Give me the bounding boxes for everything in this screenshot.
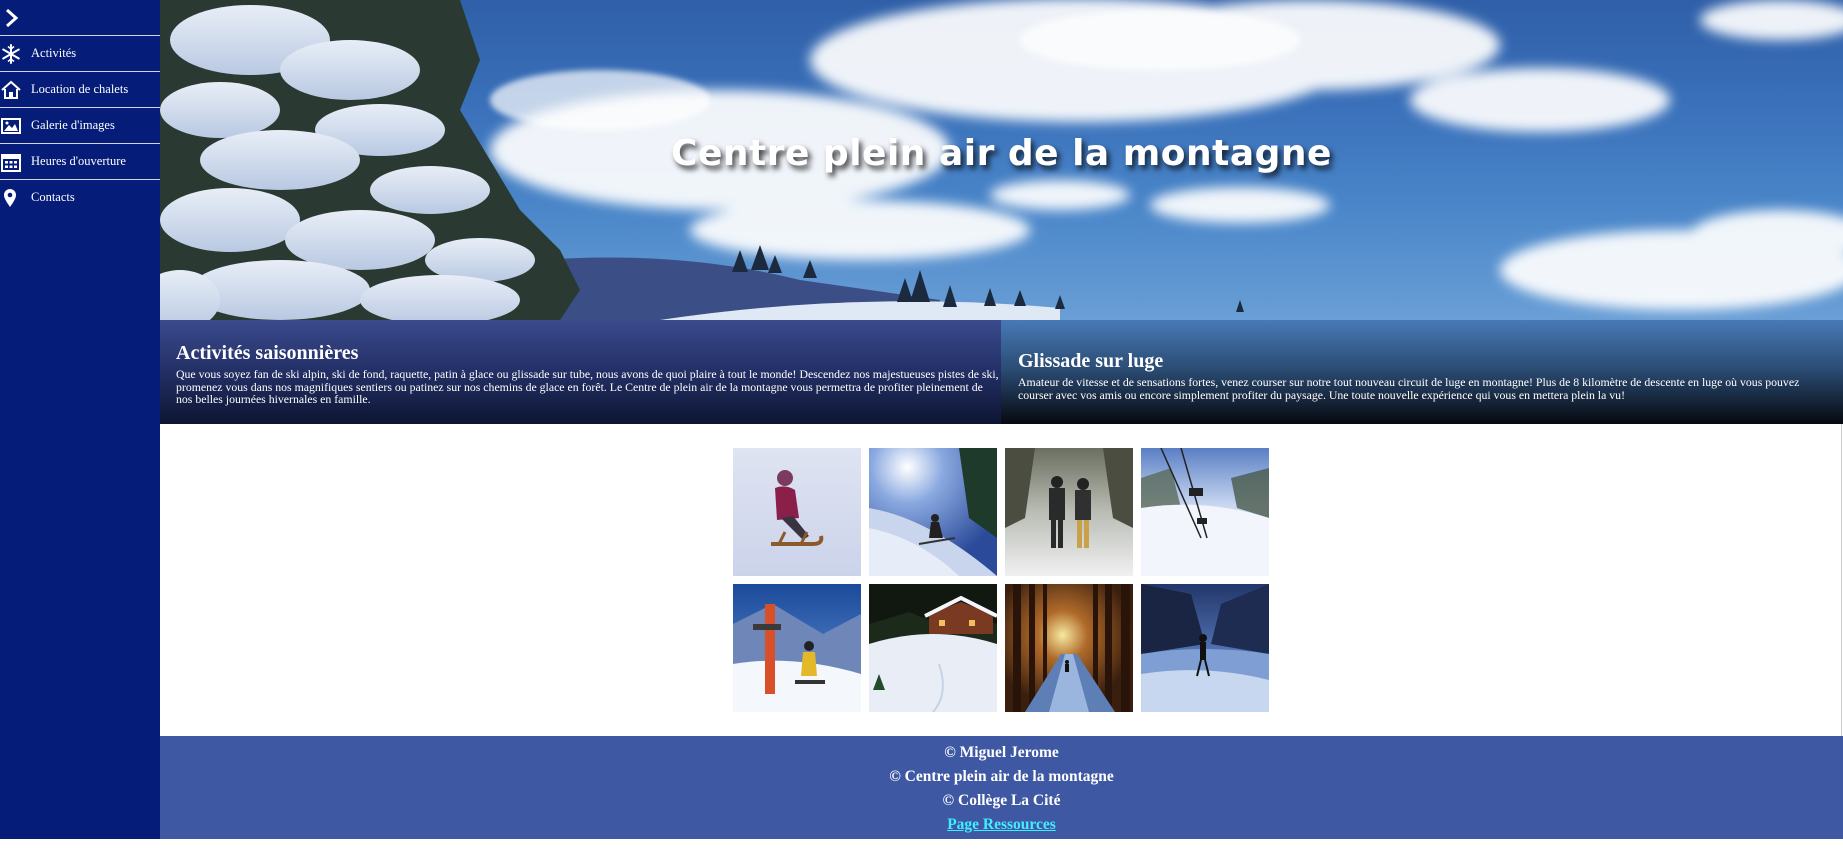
gallery-image-forest-path[interactable]	[1005, 584, 1133, 712]
footer: © Miguel Jerome © Centre plein air de la…	[160, 736, 1843, 839]
gallery-image-snowboarder[interactable]	[733, 584, 861, 712]
footer-copyright-centre: © Centre plein air de la montagne	[889, 768, 1114, 785]
footer-copyright-author: © Miguel Jerome	[944, 744, 1059, 761]
panel-text: Amateur de vitesse et de sensations fort…	[1018, 375, 1800, 402]
image-gallery	[733, 448, 1277, 712]
gallery-image-chalet[interactable]	[869, 584, 997, 712]
gallery-image-sled-rider[interactable]	[733, 448, 861, 576]
hero-banner: Centre plein air de la montagne	[160, 0, 1843, 320]
sidebar-toggle-button[interactable]	[0, 0, 160, 36]
panel-text: Que vous soyez fan de ski alpin, ski de …	[176, 367, 999, 406]
gallery-image-ice-skater[interactable]	[1141, 584, 1269, 712]
house-icon	[0, 80, 31, 100]
panel-glissade: Glissade sur luge Amateur de vitesse et …	[1001, 320, 1843, 424]
sidebar-item-activites[interactable]: Activités	[0, 36, 160, 72]
divider	[1841, 424, 1842, 736]
chevron-right-icon	[6, 8, 19, 27]
map-pin-icon	[0, 188, 31, 208]
gallery-image-hikers-snow[interactable]	[1005, 448, 1133, 576]
sidebar-item-location-chalets[interactable]: Location de chalets	[0, 72, 160, 108]
gallery-image-skier-slope[interactable]	[869, 448, 997, 576]
gallery-image-chairlift[interactable]	[1141, 448, 1269, 576]
calendar-icon	[0, 152, 31, 172]
feature-panels: Activités saisonnières Que vous soyez fa…	[160, 320, 1843, 424]
page-title: Centre plein air de la montagne	[671, 133, 1332, 174]
panel-activites: Activités saisonnières Que vous soyez fa…	[160, 320, 1001, 424]
footer-copyright-college: © Collège La Cité	[942, 792, 1061, 809]
sidebar-item-label: Heures d'ouverture	[31, 154, 126, 168]
panel-title: Activités saisonnières	[176, 342, 359, 364]
sidebar-item-label: Activités	[31, 46, 77, 60]
resources-link[interactable]: Page Ressources	[947, 816, 1056, 833]
sidebar: Activités Location de chalets Galerie d'…	[0, 0, 160, 839]
sidebar-item-label: Galerie d'images	[31, 118, 115, 132]
sidebar-item-label: Contacts	[31, 190, 75, 204]
sidebar-item-contacts[interactable]: Contacts	[0, 180, 160, 215]
sidebar-item-heures[interactable]: Heures d'ouverture	[0, 144, 160, 180]
image-icon	[0, 117, 31, 135]
snowflake-icon	[0, 43, 31, 64]
panel-title: Glissade sur luge	[1018, 350, 1164, 372]
sidebar-item-galerie[interactable]: Galerie d'images	[0, 108, 160, 144]
sidebar-item-label: Location de chalets	[31, 82, 129, 96]
